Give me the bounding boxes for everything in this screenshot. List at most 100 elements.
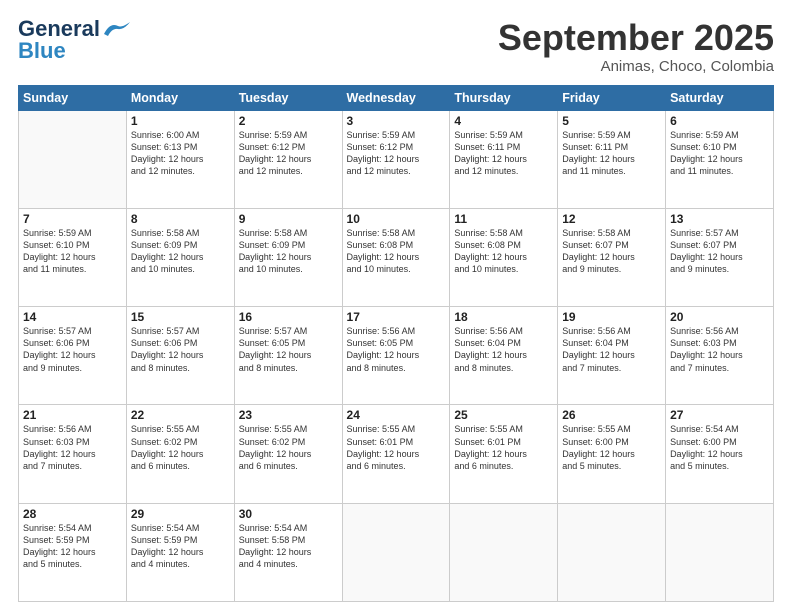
day-info: Sunrise: 5:56 AM Sunset: 6:04 PM Dayligh… [454, 325, 553, 374]
day-number: 15 [131, 310, 230, 324]
calendar-cell: 17Sunrise: 5:56 AM Sunset: 6:05 PM Dayli… [342, 307, 450, 405]
weekday-header-friday: Friday [558, 85, 666, 110]
day-number: 20 [670, 310, 769, 324]
day-info: Sunrise: 5:54 AM Sunset: 5:58 PM Dayligh… [239, 522, 338, 571]
day-info: Sunrise: 5:59 AM Sunset: 6:10 PM Dayligh… [23, 227, 122, 276]
title-block: September 2025 Animas, Choco, Colombia [498, 18, 774, 75]
day-number: 12 [562, 212, 661, 226]
weekday-header-row: SundayMondayTuesdayWednesdayThursdayFrid… [19, 85, 774, 110]
day-info: Sunrise: 5:59 AM Sunset: 6:11 PM Dayligh… [562, 129, 661, 178]
day-number: 7 [23, 212, 122, 226]
weekday-header-thursday: Thursday [450, 85, 558, 110]
calendar-cell [450, 503, 558, 601]
calendar-cell: 28Sunrise: 5:54 AM Sunset: 5:59 PM Dayli… [19, 503, 127, 601]
weekday-header-sunday: Sunday [19, 85, 127, 110]
calendar-cell [558, 503, 666, 601]
day-info: Sunrise: 5:56 AM Sunset: 6:05 PM Dayligh… [347, 325, 446, 374]
day-info: Sunrise: 5:58 AM Sunset: 6:07 PM Dayligh… [562, 227, 661, 276]
day-info: Sunrise: 5:55 AM Sunset: 6:00 PM Dayligh… [562, 423, 661, 472]
day-info: Sunrise: 5:55 AM Sunset: 6:01 PM Dayligh… [454, 423, 553, 472]
calendar-cell: 16Sunrise: 5:57 AM Sunset: 6:05 PM Dayli… [234, 307, 342, 405]
day-number: 22 [131, 408, 230, 422]
calendar-cell: 4Sunrise: 5:59 AM Sunset: 6:11 PM Daylig… [450, 110, 558, 208]
page: General Blue September 2025 Animas, Choc… [0, 0, 792, 612]
calendar-cell: 25Sunrise: 5:55 AM Sunset: 6:01 PM Dayli… [450, 405, 558, 503]
day-info: Sunrise: 5:56 AM Sunset: 6:04 PM Dayligh… [562, 325, 661, 374]
day-number: 26 [562, 408, 661, 422]
calendar-cell: 29Sunrise: 5:54 AM Sunset: 5:59 PM Dayli… [126, 503, 234, 601]
day-info: Sunrise: 5:55 AM Sunset: 6:02 PM Dayligh… [131, 423, 230, 472]
day-info: Sunrise: 5:58 AM Sunset: 6:08 PM Dayligh… [454, 227, 553, 276]
calendar-cell: 9Sunrise: 5:58 AM Sunset: 6:09 PM Daylig… [234, 208, 342, 306]
day-info: Sunrise: 5:58 AM Sunset: 6:08 PM Dayligh… [347, 227, 446, 276]
day-info: Sunrise: 5:57 AM Sunset: 6:06 PM Dayligh… [23, 325, 122, 374]
day-info: Sunrise: 5:57 AM Sunset: 6:07 PM Dayligh… [670, 227, 769, 276]
calendar-cell: 22Sunrise: 5:55 AM Sunset: 6:02 PM Dayli… [126, 405, 234, 503]
calendar-cell [666, 503, 774, 601]
day-info: Sunrise: 5:54 AM Sunset: 6:00 PM Dayligh… [670, 423, 769, 472]
day-number: 17 [347, 310, 446, 324]
calendar-table: SundayMondayTuesdayWednesdayThursdayFrid… [18, 85, 774, 602]
day-number: 1 [131, 114, 230, 128]
day-info: Sunrise: 5:59 AM Sunset: 6:12 PM Dayligh… [239, 129, 338, 178]
day-number: 4 [454, 114, 553, 128]
logo: General Blue [18, 18, 130, 62]
month-title: September 2025 [498, 18, 774, 58]
day-number: 8 [131, 212, 230, 226]
week-row-2: 14Sunrise: 5:57 AM Sunset: 6:06 PM Dayli… [19, 307, 774, 405]
day-number: 9 [239, 212, 338, 226]
day-number: 21 [23, 408, 122, 422]
day-number: 5 [562, 114, 661, 128]
day-number: 27 [670, 408, 769, 422]
calendar-cell: 6Sunrise: 5:59 AM Sunset: 6:10 PM Daylig… [666, 110, 774, 208]
calendar-cell: 26Sunrise: 5:55 AM Sunset: 6:00 PM Dayli… [558, 405, 666, 503]
weekday-header-wednesday: Wednesday [342, 85, 450, 110]
calendar-cell: 24Sunrise: 5:55 AM Sunset: 6:01 PM Dayli… [342, 405, 450, 503]
calendar-cell: 14Sunrise: 5:57 AM Sunset: 6:06 PM Dayli… [19, 307, 127, 405]
day-info: Sunrise: 5:58 AM Sunset: 6:09 PM Dayligh… [239, 227, 338, 276]
calendar-cell: 12Sunrise: 5:58 AM Sunset: 6:07 PM Dayli… [558, 208, 666, 306]
calendar-cell: 13Sunrise: 5:57 AM Sunset: 6:07 PM Dayli… [666, 208, 774, 306]
day-info: Sunrise: 5:56 AM Sunset: 6:03 PM Dayligh… [23, 423, 122, 472]
calendar-cell: 7Sunrise: 5:59 AM Sunset: 6:10 PM Daylig… [19, 208, 127, 306]
calendar-cell: 15Sunrise: 5:57 AM Sunset: 6:06 PM Dayli… [126, 307, 234, 405]
day-info: Sunrise: 5:59 AM Sunset: 6:10 PM Dayligh… [670, 129, 769, 178]
week-row-1: 7Sunrise: 5:59 AM Sunset: 6:10 PM Daylig… [19, 208, 774, 306]
logo-blue: Blue [18, 40, 66, 62]
weekday-header-tuesday: Tuesday [234, 85, 342, 110]
day-number: 16 [239, 310, 338, 324]
day-number: 25 [454, 408, 553, 422]
day-info: Sunrise: 5:59 AM Sunset: 6:12 PM Dayligh… [347, 129, 446, 178]
day-number: 18 [454, 310, 553, 324]
day-number: 29 [131, 507, 230, 521]
day-info: Sunrise: 5:55 AM Sunset: 6:02 PM Dayligh… [239, 423, 338, 472]
day-number: 30 [239, 507, 338, 521]
day-number: 10 [347, 212, 446, 226]
calendar-cell: 30Sunrise: 5:54 AM Sunset: 5:58 PM Dayli… [234, 503, 342, 601]
calendar-cell: 18Sunrise: 5:56 AM Sunset: 6:04 PM Dayli… [450, 307, 558, 405]
calendar-cell [19, 110, 127, 208]
calendar-cell: 23Sunrise: 5:55 AM Sunset: 6:02 PM Dayli… [234, 405, 342, 503]
day-info: Sunrise: 5:59 AM Sunset: 6:11 PM Dayligh… [454, 129, 553, 178]
logo-bird-icon [102, 20, 130, 38]
header: General Blue September 2025 Animas, Choc… [18, 18, 774, 75]
day-number: 14 [23, 310, 122, 324]
day-number: 3 [347, 114, 446, 128]
day-info: Sunrise: 5:57 AM Sunset: 6:05 PM Dayligh… [239, 325, 338, 374]
day-number: 11 [454, 212, 553, 226]
calendar-cell: 5Sunrise: 5:59 AM Sunset: 6:11 PM Daylig… [558, 110, 666, 208]
day-info: Sunrise: 5:57 AM Sunset: 6:06 PM Dayligh… [131, 325, 230, 374]
calendar-cell: 8Sunrise: 5:58 AM Sunset: 6:09 PM Daylig… [126, 208, 234, 306]
day-info: Sunrise: 5:58 AM Sunset: 6:09 PM Dayligh… [131, 227, 230, 276]
calendar-cell: 3Sunrise: 5:59 AM Sunset: 6:12 PM Daylig… [342, 110, 450, 208]
calendar-cell: 1Sunrise: 6:00 AM Sunset: 6:13 PM Daylig… [126, 110, 234, 208]
day-info: Sunrise: 5:56 AM Sunset: 6:03 PM Dayligh… [670, 325, 769, 374]
week-row-0: 1Sunrise: 6:00 AM Sunset: 6:13 PM Daylig… [19, 110, 774, 208]
calendar-cell: 10Sunrise: 5:58 AM Sunset: 6:08 PM Dayli… [342, 208, 450, 306]
week-row-3: 21Sunrise: 5:56 AM Sunset: 6:03 PM Dayli… [19, 405, 774, 503]
calendar-cell [342, 503, 450, 601]
calendar-cell: 11Sunrise: 5:58 AM Sunset: 6:08 PM Dayli… [450, 208, 558, 306]
weekday-header-saturday: Saturday [666, 85, 774, 110]
day-number: 19 [562, 310, 661, 324]
day-number: 13 [670, 212, 769, 226]
